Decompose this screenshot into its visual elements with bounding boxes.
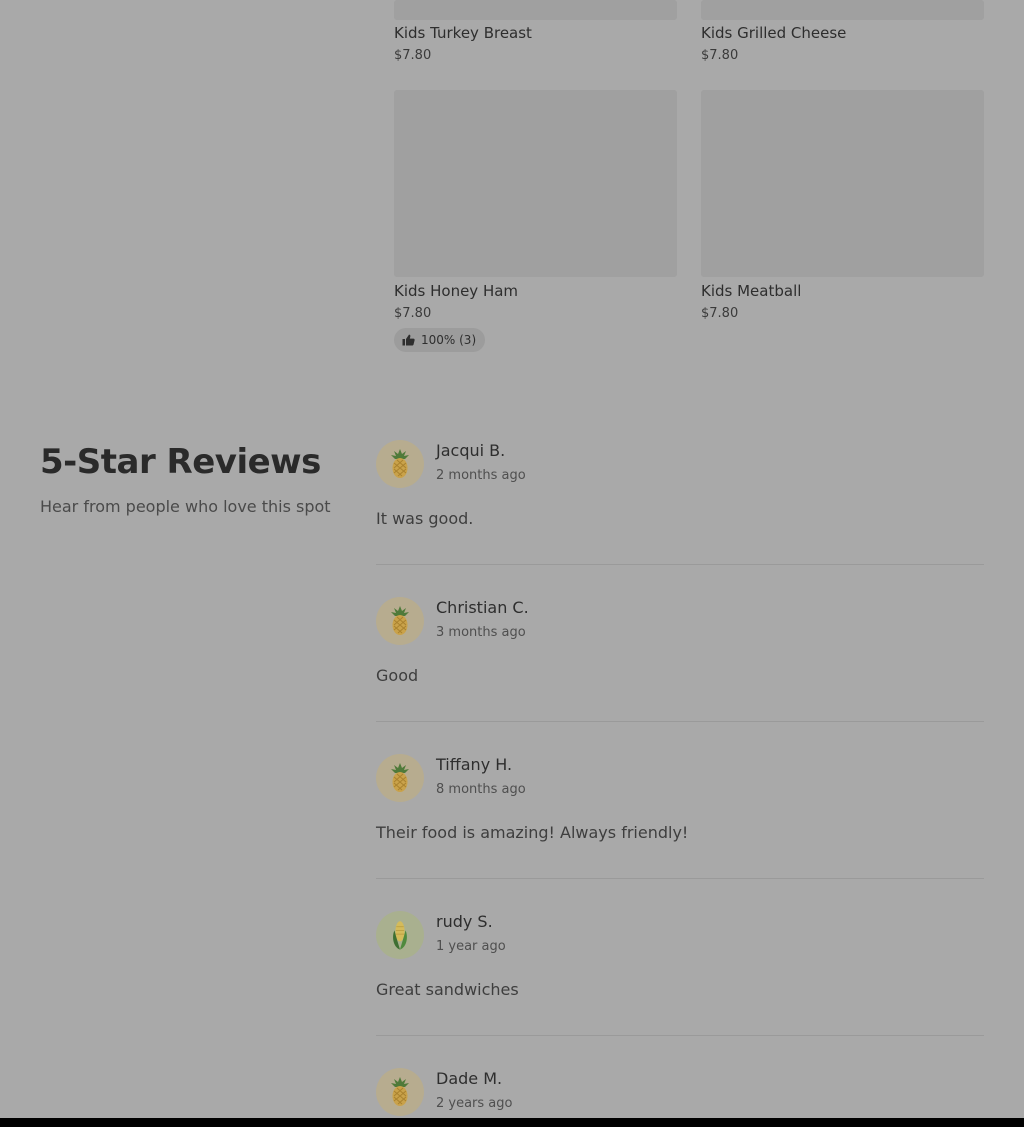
reviewer-name: Tiffany H. xyxy=(436,755,513,774)
menu-item-price: $7.80 xyxy=(394,48,432,63)
pineapple-icon xyxy=(388,762,412,794)
menu-item-name[interactable]: Kids Honey Ham xyxy=(394,281,518,301)
review-time: 2 months ago xyxy=(436,468,526,483)
corn-icon xyxy=(389,919,411,951)
avatar xyxy=(376,597,424,645)
section-title: 5-Star Reviews xyxy=(40,442,321,482)
menu-item-price: $7.80 xyxy=(701,306,739,321)
review-text: Great sandwiches xyxy=(376,980,519,999)
review-text: It was good. xyxy=(376,509,474,528)
menu-item-image-kids-grilled-cheese[interactable] xyxy=(701,0,984,20)
review-text: Good xyxy=(376,666,419,685)
menu-item-name[interactable]: Kids Grilled Cheese xyxy=(701,23,846,43)
reviewer-name: Christian C. xyxy=(436,598,529,617)
bottom-bar xyxy=(0,1118,1024,1127)
pineapple-icon xyxy=(388,448,412,480)
menu-item-image-kids-meatball[interactable] xyxy=(701,90,984,277)
rating-text: 100% (3) xyxy=(421,333,477,347)
section-subtitle: Hear from people who love this spot xyxy=(40,497,331,516)
menu-item-price: $7.80 xyxy=(701,48,739,63)
menu-item-name[interactable]: Kids Meatball xyxy=(701,281,801,301)
avatar xyxy=(376,754,424,802)
review-text: Their food is amazing! Always friendly! xyxy=(376,823,689,842)
avatar xyxy=(376,1068,424,1116)
avatar xyxy=(376,911,424,959)
reviewer-name: Dade M. xyxy=(436,1069,503,1088)
divider xyxy=(376,721,984,722)
menu-item-price: $7.80 xyxy=(394,306,432,321)
review-time: 1 year ago xyxy=(436,939,506,954)
divider xyxy=(376,564,984,565)
divider xyxy=(376,1035,984,1036)
menu-item-name[interactable]: Kids Turkey Breast xyxy=(394,23,532,43)
review-time: 3 months ago xyxy=(436,625,526,640)
review-time: 8 months ago xyxy=(436,782,526,797)
menu-item-image-kids-honey-ham[interactable] xyxy=(394,90,677,277)
pineapple-icon xyxy=(388,605,412,637)
thumbs-up-icon xyxy=(402,334,415,346)
rating-badge: 100% (3) xyxy=(394,328,486,352)
reviewer-name: Jacqui B. xyxy=(436,441,506,460)
avatar xyxy=(376,440,424,488)
review-time: 2 years ago xyxy=(436,1096,513,1111)
divider xyxy=(376,878,984,879)
pineapple-icon xyxy=(388,1076,412,1108)
menu-item-image-kids-turkey-breast[interactable] xyxy=(394,0,677,20)
reviewer-name: rudy S. xyxy=(436,912,493,931)
